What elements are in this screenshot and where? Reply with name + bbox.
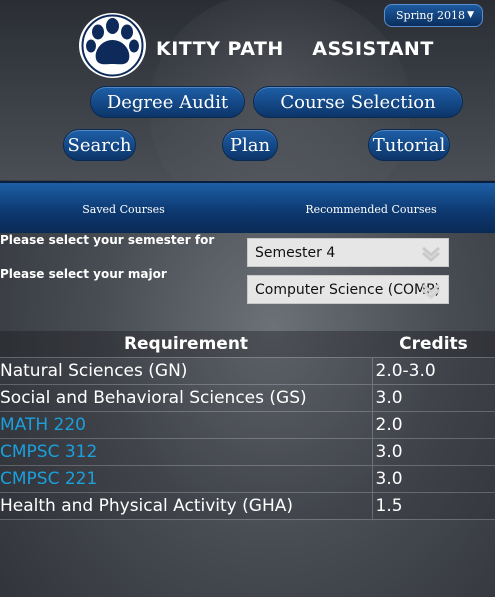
- table-row: CMPSC 312 3.0: [0, 437, 495, 465]
- table-row: CMPSC 221 3.0: [0, 464, 495, 492]
- major-label: Please select your major: [0, 267, 167, 281]
- degree-audit-button[interactable]: Degree Audit: [90, 86, 245, 118]
- credits-cell: 2.0-3.0: [371, 356, 495, 384]
- requirement-column-header: Requirement: [0, 331, 372, 357]
- term-select[interactable]: Spring 2018 ▼: [384, 4, 483, 27]
- major-select[interactable]: Computer Science (COMP): [247, 275, 449, 304]
- table-header-row: Requirement Credits: [0, 331, 495, 357]
- caret-down-icon: ▼: [467, 10, 474, 20]
- term-select-value: Spring 2018: [396, 9, 465, 22]
- chevron-down-icon: [422, 283, 440, 299]
- app-title: KITTY PATH ASSISTANT: [156, 38, 434, 60]
- credits-cell: 2.0: [371, 410, 495, 438]
- chevron-down-icon: [422, 246, 440, 262]
- tutorial-button[interactable]: Tutorial: [368, 129, 450, 161]
- credits-cell: 3.0: [371, 437, 495, 465]
- course-link-cmpsc-221[interactable]: CMPSC 221: [0, 464, 372, 492]
- credits-cell: 3.0: [371, 383, 495, 411]
- semester-select[interactable]: Semester 4: [247, 238, 449, 267]
- course-subnav: Saved Courses Recommended Courses: [0, 181, 495, 233]
- tab-recommended-courses[interactable]: Recommended Courses: [247, 183, 495, 235]
- course-selection-button[interactable]: Course Selection: [253, 86, 463, 118]
- requirement-cell: Social and Behavioral Sciences (GS): [0, 383, 372, 411]
- paw-print-icon: [79, 13, 146, 78]
- search-button[interactable]: Search: [63, 129, 136, 161]
- course-link-math-220[interactable]: MATH 220: [0, 410, 372, 438]
- table-row: Social and Behavioral Sciences (GS) 3.0: [0, 383, 495, 411]
- table-row: Health and Physical Activity (GHA) 1.5: [0, 491, 495, 520]
- requirements-table: Requirement Credits Natural Sciences (GN…: [0, 331, 495, 520]
- plan-button[interactable]: Plan: [222, 129, 278, 161]
- semester-label: Please select your semester for: [0, 233, 215, 247]
- course-link-cmpsc-312[interactable]: CMPSC 312: [0, 437, 372, 465]
- requirement-cell: Health and Physical Activity (GHA): [0, 491, 372, 520]
- credits-cell: 1.5: [371, 491, 495, 520]
- credits-cell: 3.0: [371, 464, 495, 492]
- major-select-value: Computer Science (COMP): [255, 281, 441, 298]
- table-row: Natural Sciences (GN) 2.0-3.0: [0, 356, 495, 384]
- requirement-cell: Natural Sciences (GN): [0, 356, 372, 384]
- credits-column-header: Credits: [372, 331, 495, 357]
- table-row: MATH 220 2.0: [0, 410, 495, 438]
- semester-select-value: Semester 4: [255, 244, 336, 261]
- tab-saved-courses[interactable]: Saved Courses: [0, 183, 247, 235]
